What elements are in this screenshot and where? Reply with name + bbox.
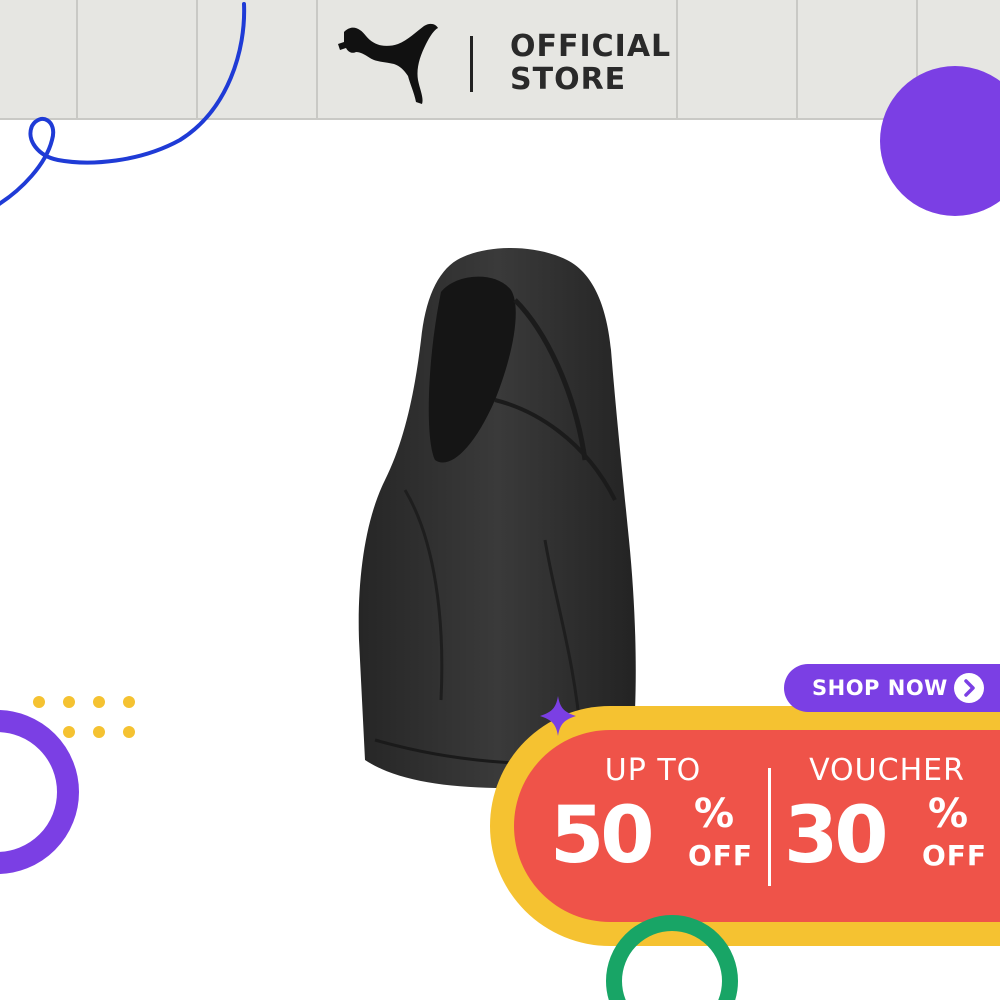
discount-offer: UP TO 50 % OFF (548, 753, 758, 882)
discount-label: UP TO (604, 753, 702, 788)
shop-now-button[interactable]: SHOP NOW (784, 664, 1000, 712)
grid-divider (796, 0, 798, 118)
store-label-line2: STORE (510, 62, 627, 97)
discount-value: 50 (550, 791, 655, 881)
voucher-off-label: OFF (922, 839, 988, 872)
store-label-line1: OFFICIAL (510, 29, 672, 64)
official-store-label: OFFICIAL STORE (510, 30, 671, 96)
voucher-percent-sign: % (928, 791, 969, 837)
logo-divider (470, 36, 473, 92)
shop-now-label: SHOP NOW (812, 676, 948, 700)
puma-cat-logo-icon (330, 18, 448, 108)
sparkle-icon (540, 696, 576, 736)
voucher-label: VOUCHER (809, 753, 965, 788)
grid-divider (676, 0, 678, 118)
product-banner: OFFICIAL STORE UP TO 50 % OFF VOUCHER 30… (0, 0, 1000, 1000)
voucher-offer: VOUCHER 30 % OFF (782, 753, 992, 882)
grid-divider (316, 0, 318, 118)
discount-percent-sign: % (694, 791, 735, 837)
promo-divider (768, 768, 771, 886)
voucher-value: 30 (784, 791, 889, 881)
chevron-right-icon (954, 673, 984, 703)
blue-squiggle-decoration (0, 2, 247, 206)
discount-off-label: OFF (688, 839, 754, 872)
